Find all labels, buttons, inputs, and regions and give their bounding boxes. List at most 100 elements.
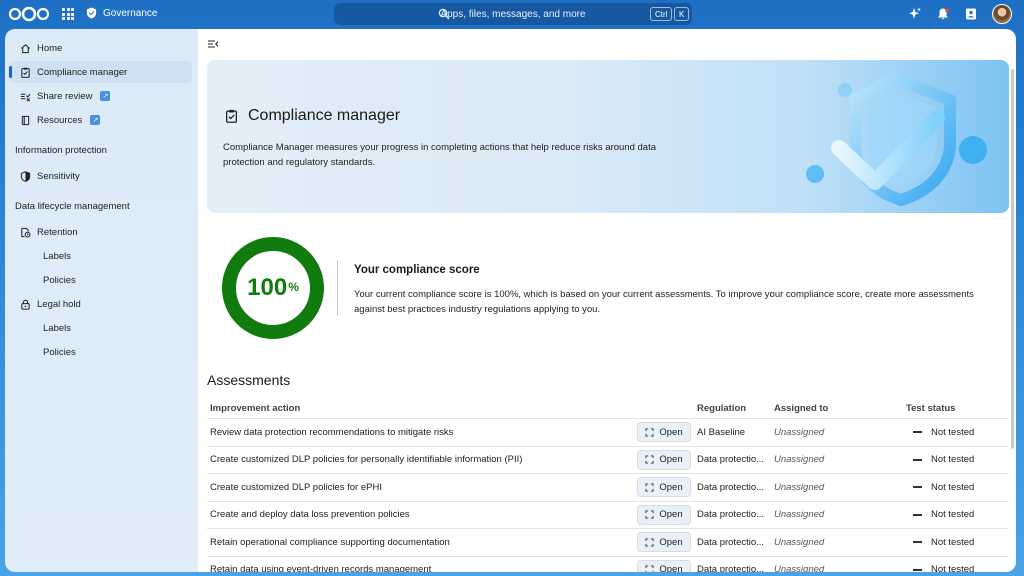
table-row[interactable]: Create and deploy data loss prevention p… — [207, 502, 1009, 529]
regulation: Data protectio... — [697, 481, 765, 493]
external-link-icon: ↗ — [100, 91, 111, 101]
top-bar: Governance Apps, files, messages, and mo… — [0, 0, 1024, 29]
table-header: Improvement action Regulation Assigned t… — [207, 399, 1009, 419]
improvement-action: Create and deploy data loss prevention p… — [210, 509, 410, 521]
improvement-action: Retain operational compliance supporting… — [210, 536, 450, 548]
table-row[interactable]: Create customized DLP policies for ePHI O… — [207, 474, 1009, 502]
sidebar-item-compliance-manager[interactable]: Compliance manager — [9, 61, 192, 83]
table-row[interactable]: Retain operational compliance supporting… — [207, 529, 1009, 557]
assigned-to: Unassigned — [774, 536, 825, 548]
open-button-label: Open — [659, 564, 683, 572]
regulation: Data protectio... — [697, 564, 765, 572]
sidebar-item-resources[interactable]: Resources ↗ — [10, 109, 192, 131]
shield-check-illustration — [806, 72, 987, 206]
clipboard-check-icon — [21, 67, 30, 78]
sidebar-item-share-review[interactable]: Share review ↗ — [10, 85, 192, 107]
test-status: Not tested — [906, 509, 1009, 520]
sidebar-item-label: Compliance manager — [37, 66, 128, 78]
score-description: Your current compliance score is 100%, w… — [354, 289, 974, 315]
assigned-to: Unassigned — [774, 509, 825, 521]
improvement-action: Review data protection recommendations t… — [210, 426, 454, 438]
status-dash-icon — [913, 486, 922, 489]
test-status-label: Not tested — [931, 454, 975, 466]
sidebar-item-legal-policies[interactable]: Policies — [10, 341, 192, 363]
book-icon — [21, 115, 30, 125]
external-link-icon: ↗ — [90, 115, 101, 125]
page-description: Compliance Manager measures your progres… — [223, 142, 657, 168]
regulation: Data protectio... — [697, 454, 765, 466]
test-status: Not tested — [906, 482, 1009, 493]
table-row[interactable]: Review data protection recommendations t… — [207, 419, 1009, 447]
home-icon — [21, 43, 30, 53]
bell-icon[interactable] — [936, 7, 950, 21]
sidebar-item-retention-policies[interactable]: Policies — [10, 269, 192, 291]
open-button[interactable]: Open — [637, 532, 691, 553]
open-button-label: Open — [659, 536, 683, 548]
status-dash-icon — [913, 568, 922, 571]
share-review-icon — [20, 93, 31, 101]
status-dash-icon — [913, 541, 922, 544]
app-title[interactable]: Governance — [86, 7, 157, 19]
open-button[interactable]: Open — [637, 422, 691, 443]
sidebar-toggle-icon[interactable] — [207, 38, 219, 50]
status-dash-icon — [913, 458, 922, 461]
compliance-score-value: 100 % — [221, 236, 325, 340]
assigned-to: Unassigned — [774, 564, 825, 572]
open-button[interactable]: Open — [637, 449, 691, 470]
sidebar-item-label: Retention — [37, 226, 78, 238]
shield-half-icon — [20, 170, 31, 182]
table-row[interactable]: Create customized DLP policies for perso… — [207, 447, 1009, 474]
status-dash-icon — [913, 513, 922, 516]
improvement-action: Create customized DLP policies for ePHI — [210, 481, 382, 493]
nextcloud-logo[interactable] — [8, 6, 50, 22]
test-status: Not tested — [906, 454, 1009, 465]
sidebar-item-retention-labels[interactable]: Labels — [10, 245, 192, 267]
apps-grid-icon[interactable] — [62, 8, 74, 20]
search-placeholder: Apps, files, messages, and more — [440, 8, 586, 20]
open-button-label: Open — [659, 454, 683, 466]
test-status-label: Not tested — [931, 564, 975, 572]
sidebar-item-retention[interactable]: Retention — [10, 221, 192, 243]
expand-icon — [645, 510, 654, 519]
sidebar-item-sensitivity[interactable]: Sensitivity — [10, 165, 192, 187]
column-header-regulation[interactable]: Regulation — [696, 403, 773, 414]
assigned-to: Unassigned — [774, 454, 825, 466]
score-number: 100 — [247, 274, 288, 301]
assessments-table: Improvement action Regulation Assigned t… — [207, 399, 1009, 572]
kbd-k: K — [674, 7, 690, 21]
test-status-label: Not tested — [931, 536, 975, 548]
hero-banner: Compliance manager Compliance Manager me… — [207, 60, 1009, 213]
sidebar-item-label: Sensitivity — [37, 170, 80, 182]
divider — [337, 260, 338, 316]
lock-icon — [21, 299, 30, 310]
sidebar-item-label: Home — [37, 42, 63, 54]
assigned-to: Unassigned — [774, 481, 825, 493]
sidebar-item-legal-hold[interactable]: Legal hold — [10, 293, 192, 315]
page-title-text: Compliance manager — [248, 107, 401, 124]
open-button[interactable]: Open — [637, 504, 691, 525]
sparkle-icon[interactable] — [908, 7, 922, 21]
score-title: Your compliance score — [354, 264, 480, 276]
test-status-label: Not tested — [931, 481, 975, 493]
column-header-action[interactable]: Improvement action — [207, 403, 637, 414]
scrollbar[interactable] — [1010, 29, 1016, 572]
test-status: Not tested — [906, 564, 1009, 572]
table-row[interactable]: Retain data using event-driven records m… — [207, 557, 1009, 572]
test-status-label: Not tested — [931, 426, 975, 438]
column-header-assigned[interactable]: Assigned to — [773, 403, 906, 414]
sidebar-item-home[interactable]: Home — [10, 37, 192, 59]
test-status: Not tested — [906, 537, 1009, 548]
sidebar: Home Compliance manager Share review ↗ R… — [5, 29, 198, 572]
open-button[interactable]: Open — [637, 559, 691, 572]
sidebar-item-legal-labels[interactable]: Labels — [10, 317, 192, 339]
search-bar[interactable]: Apps, files, messages, and more Ctrl K — [334, 3, 692, 25]
sidebar-item-label: Share review — [37, 90, 93, 102]
avatar[interactable] — [992, 4, 1012, 24]
contacts-icon[interactable] — [964, 7, 978, 21]
expand-icon — [645, 428, 654, 437]
test-status: Not tested — [906, 427, 1009, 438]
assessments-title: Assessments — [207, 372, 291, 388]
open-button[interactable]: Open — [637, 477, 691, 498]
regulation: Data protectio... — [697, 509, 765, 521]
column-header-status[interactable]: Test status — [906, 403, 1009, 414]
